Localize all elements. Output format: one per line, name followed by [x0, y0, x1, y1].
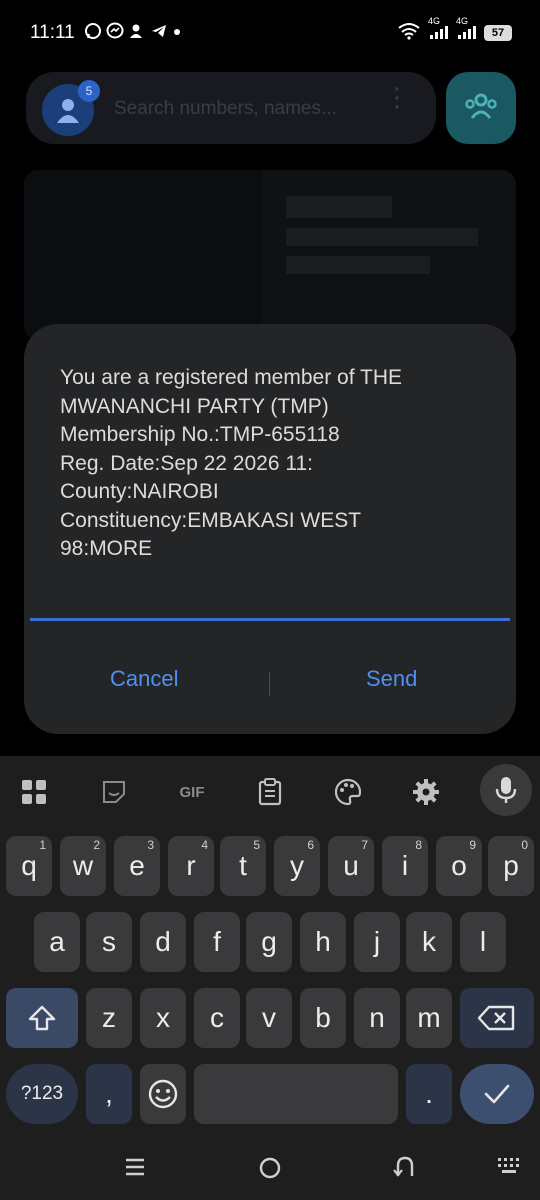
- keyboard-toolbar: GIF: [0, 756, 540, 826]
- search-bar: 5 Search numbers, names... ⋮: [26, 72, 436, 144]
- key-w[interactable]: w2: [60, 836, 106, 896]
- clipboard-icon[interactable]: [254, 776, 286, 808]
- shift-key[interactable]: [6, 988, 78, 1048]
- sticker-icon[interactable]: [98, 776, 130, 808]
- contacts-button: [446, 72, 516, 144]
- background-card: [24, 170, 516, 340]
- microphone-icon: [495, 777, 517, 803]
- key-n[interactable]: n: [354, 988, 400, 1048]
- key-s[interactable]: s: [86, 912, 132, 972]
- emoji-icon: [148, 1079, 178, 1109]
- back-icon[interactable]: [392, 1154, 418, 1187]
- key-j[interactable]: j: [354, 912, 400, 972]
- navigation-bar: [0, 1140, 540, 1200]
- text-placeholder: [286, 196, 392, 218]
- person-icon: [128, 22, 146, 45]
- key-i[interactable]: i8: [382, 836, 428, 896]
- key-e[interactable]: e3: [114, 836, 160, 896]
- key-y[interactable]: y6: [274, 836, 320, 896]
- status-time: 11:11: [30, 22, 75, 43]
- notification-icons: [84, 22, 182, 45]
- keyboard: GIF q1 w2 e3 r4 t5 y6 u7 i8 o9 p0 a s d …: [0, 756, 540, 1200]
- enter-key[interactable]: [460, 1064, 534, 1124]
- shift-arrow-icon: [28, 1005, 56, 1031]
- battery-icon: 57: [484, 24, 512, 41]
- key-k[interactable]: k: [406, 912, 452, 972]
- search-input: Search numbers, names...: [114, 98, 337, 119]
- ussd-dialog: You are a registered member of THE MWANA…: [24, 324, 516, 734]
- key-v[interactable]: v: [246, 988, 292, 1048]
- key-l[interactable]: l: [460, 912, 506, 972]
- key-o[interactable]: o9: [436, 836, 482, 896]
- key-p[interactable]: p0: [488, 836, 534, 896]
- settings-gear-icon[interactable]: [410, 776, 442, 808]
- status-bar: 11:11 4G 4G 57: [0, 0, 540, 64]
- key-a[interactable]: a: [34, 912, 80, 972]
- send-button[interactable]: Send: [366, 666, 417, 692]
- apps-grid-icon[interactable]: [18, 776, 50, 808]
- key-m[interactable]: m: [406, 988, 452, 1048]
- reply-input[interactable]: [30, 618, 510, 621]
- avatar: 5: [42, 80, 100, 136]
- telegram-icon: [150, 22, 168, 45]
- key-b[interactable]: b: [300, 988, 346, 1048]
- gif-button[interactable]: GIF: [174, 776, 210, 808]
- card-image-placeholder: [24, 170, 262, 340]
- palette-icon[interactable]: [332, 776, 364, 808]
- symbols-key[interactable]: ?123: [6, 1064, 78, 1124]
- space-key[interactable]: [194, 1064, 398, 1124]
- comma-key[interactable]: ,: [86, 1064, 132, 1124]
- home-icon[interactable]: [256, 1154, 284, 1189]
- key-g[interactable]: g: [246, 912, 292, 972]
- button-divider: [269, 672, 270, 696]
- key-c[interactable]: c: [194, 988, 240, 1048]
- key-q[interactable]: q1: [6, 836, 52, 896]
- backspace-icon: [477, 1005, 515, 1031]
- system-icons: 4G 4G 57: [398, 16, 512, 43]
- key-z[interactable]: z: [86, 988, 132, 1048]
- checkmark-icon: [484, 1084, 510, 1104]
- messenger-icon: [106, 22, 124, 45]
- wifi-icon: [398, 22, 420, 43]
- recent-apps-icon[interactable]: [122, 1154, 148, 1187]
- text-placeholder: [286, 256, 430, 274]
- signal-icon-2: 4G: [456, 16, 476, 43]
- key-f[interactable]: f: [194, 912, 240, 972]
- whatsapp-icon: [84, 22, 102, 45]
- text-placeholder: [286, 228, 478, 246]
- backspace-key[interactable]: [460, 988, 534, 1048]
- people-icon: [465, 93, 497, 119]
- keyboard-hide-icon[interactable]: [496, 1154, 524, 1187]
- key-h[interactable]: h: [300, 912, 346, 972]
- key-u[interactable]: u7: [328, 836, 374, 896]
- dialog-message: You are a registered member of THE MWANA…: [60, 366, 403, 560]
- more-options-icon: ⋮: [384, 82, 410, 112]
- signal-icon: 4G: [428, 16, 448, 43]
- key-x[interactable]: x: [140, 988, 186, 1048]
- avatar-badge: 5: [78, 80, 100, 102]
- period-key[interactable]: .: [406, 1064, 452, 1124]
- emoji-key[interactable]: [140, 1064, 186, 1124]
- key-d[interactable]: d: [140, 912, 186, 972]
- microphone-button[interactable]: [480, 764, 532, 816]
- key-t[interactable]: t5: [220, 836, 266, 896]
- key-r[interactable]: r4: [168, 836, 214, 896]
- dot-icon: [172, 22, 182, 45]
- cancel-button[interactable]: Cancel: [110, 666, 178, 692]
